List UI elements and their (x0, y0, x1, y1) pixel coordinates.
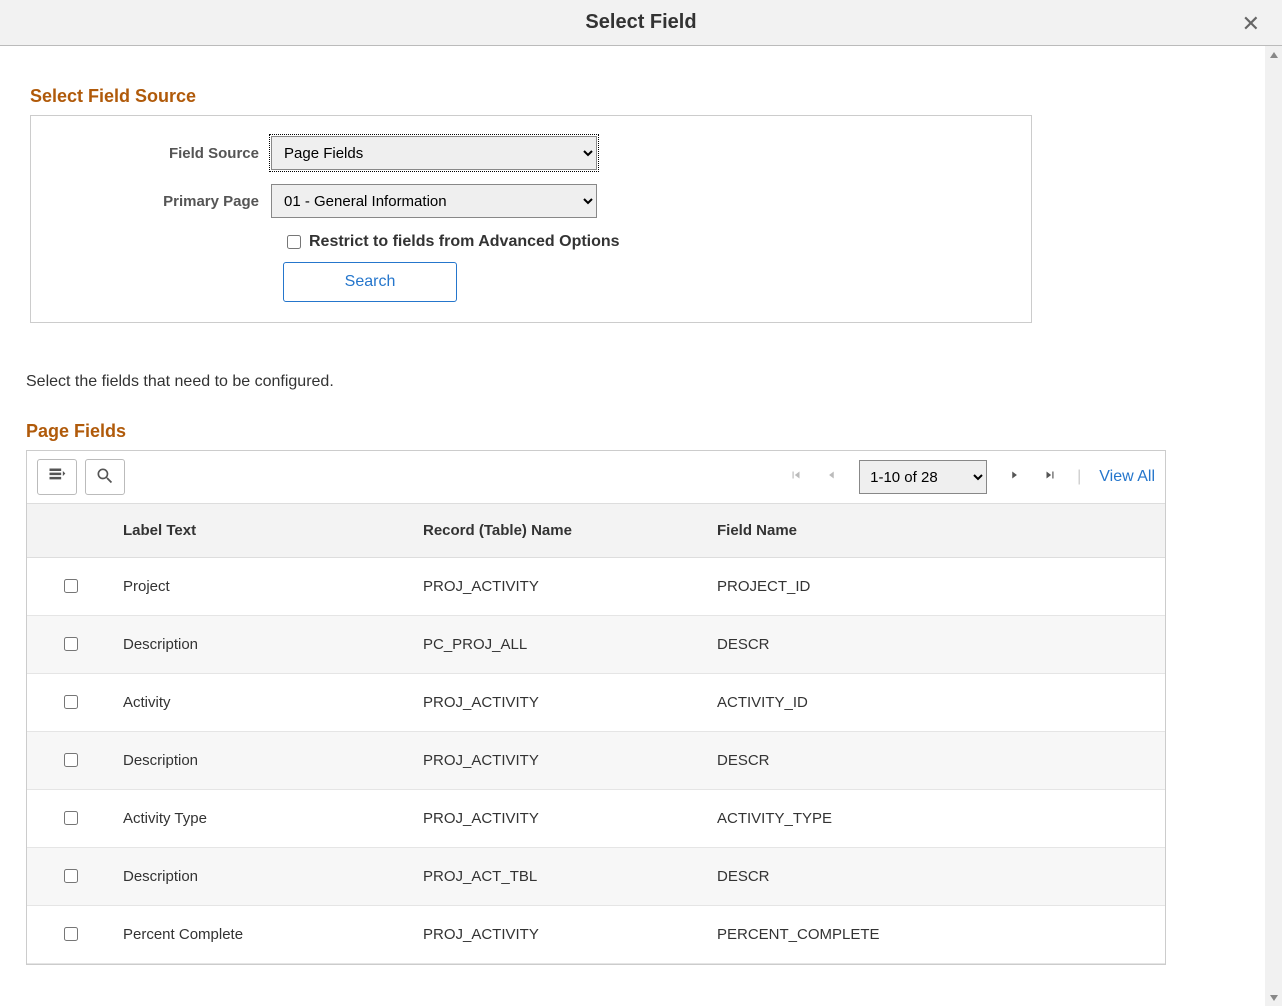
table-row: DescriptionPROJ_ACT_TBLDESCR (27, 848, 1165, 906)
search-button[interactable]: Search (283, 262, 457, 302)
cell-record: PROJ_ACTIVITY (413, 790, 707, 848)
cell-record: PROJ_ACTIVITY (413, 906, 707, 964)
grid-container: 1-10 of 28 | View (26, 450, 1166, 965)
cell-field: PROJECT_ID (707, 558, 1165, 616)
restrict-label: Restrict to fields from Advanced Options (309, 233, 620, 251)
row-select-checkbox[interactable] (64, 811, 78, 825)
field-source-label: Field Source (51, 145, 271, 162)
table-row: ProjectPROJ_ACTIVITYPROJECT_ID (27, 558, 1165, 616)
cell-label: Description (113, 732, 413, 790)
page-fields-table: Label Text Record (Table) Name Field Nam… (27, 503, 1165, 964)
search-icon (95, 466, 115, 489)
primary-page-select[interactable]: 01 - General Information (271, 184, 597, 218)
cell-field: DESCR (707, 616, 1165, 674)
row-range-select[interactable]: 1-10 of 28 (859, 460, 987, 494)
cell-label: Description (113, 848, 413, 906)
modal-title: Select Field (585, 11, 696, 34)
first-page-icon (789, 468, 803, 487)
cell-record: PROJ_ACTIVITY (413, 558, 707, 616)
scroll-up-icon (1265, 46, 1282, 63)
row-select-checkbox[interactable] (64, 637, 78, 651)
table-row: Percent CompletePROJ_ACTIVITYPERCENT_COM… (27, 906, 1165, 964)
primary-page-label: Primary Page (51, 193, 271, 210)
view-all-link[interactable]: View All (1099, 468, 1155, 486)
toolbar-divider: | (1077, 468, 1081, 486)
section-heading-grid: Page Fields (26, 421, 1235, 442)
table-row: DescriptionPROJ_ACTIVITYDESCR (27, 732, 1165, 790)
col-header-record: Record (Table) Name (413, 504, 707, 558)
cell-label: Description (113, 616, 413, 674)
cell-record: PROJ_ACTIVITY (413, 674, 707, 732)
col-header-field: Field Name (707, 504, 1165, 558)
cell-field: PERCENT_COMPLETE (707, 906, 1165, 964)
field-source-select[interactable]: Page Fields (271, 136, 597, 170)
modal-header: Select Field ✕ (0, 0, 1282, 46)
row-select-checkbox[interactable] (64, 753, 78, 767)
cell-label: Project (113, 558, 413, 616)
row-select-checkbox[interactable] (64, 869, 78, 883)
cell-label: Activity (113, 674, 413, 732)
col-header-label: Label Text (113, 504, 413, 558)
cell-field: DESCR (707, 848, 1165, 906)
close-icon: ✕ (1242, 11, 1260, 36)
personalize-grid-button[interactable] (37, 459, 77, 495)
scroll-down-icon (1265, 989, 1282, 1006)
next-page-button[interactable] (1005, 468, 1023, 486)
chevron-right-icon (1007, 468, 1021, 487)
find-button[interactable] (85, 459, 125, 495)
last-page-icon (1043, 468, 1057, 487)
cell-record: PROJ_ACTIVITY (413, 732, 707, 790)
field-source-panel: Field Source Page Fields Primary Page 01… (30, 115, 1032, 323)
row-select-checkbox[interactable] (64, 579, 78, 593)
first-page-button[interactable] (787, 468, 805, 486)
table-row: DescriptionPC_PROJ_ALLDESCR (27, 616, 1165, 674)
cell-field: ACTIVITY_TYPE (707, 790, 1165, 848)
cell-field: DESCR (707, 732, 1165, 790)
cell-record: PROJ_ACT_TBL (413, 848, 707, 906)
cell-label: Percent Complete (113, 906, 413, 964)
prev-page-button[interactable] (823, 468, 841, 486)
chevron-left-icon (825, 468, 839, 487)
row-select-checkbox[interactable] (64, 927, 78, 941)
col-header-select (27, 504, 113, 558)
instruction-text: Select the fields that need to be config… (0, 373, 1265, 391)
last-page-button[interactable] (1041, 468, 1059, 486)
vertical-scrollbar[interactable] (1265, 46, 1282, 1006)
cell-record: PC_PROJ_ALL (413, 616, 707, 674)
table-row: ActivityPROJ_ACTIVITYACTIVITY_ID (27, 674, 1165, 732)
cell-label: Activity Type (113, 790, 413, 848)
restrict-checkbox[interactable] (287, 235, 301, 249)
row-select-checkbox[interactable] (64, 695, 78, 709)
close-button[interactable]: ✕ (1236, 10, 1266, 38)
cell-field: ACTIVITY_ID (707, 674, 1165, 732)
grid-toolbar: 1-10 of 28 | View (27, 451, 1165, 503)
section-heading-source: Select Field Source (30, 86, 1235, 107)
content-area: Select Field Source Field Source Page Fi… (0, 46, 1265, 1006)
grid-settings-icon (47, 466, 67, 489)
table-row: Activity TypePROJ_ACTIVITYACTIVITY_TYPE (27, 790, 1165, 848)
